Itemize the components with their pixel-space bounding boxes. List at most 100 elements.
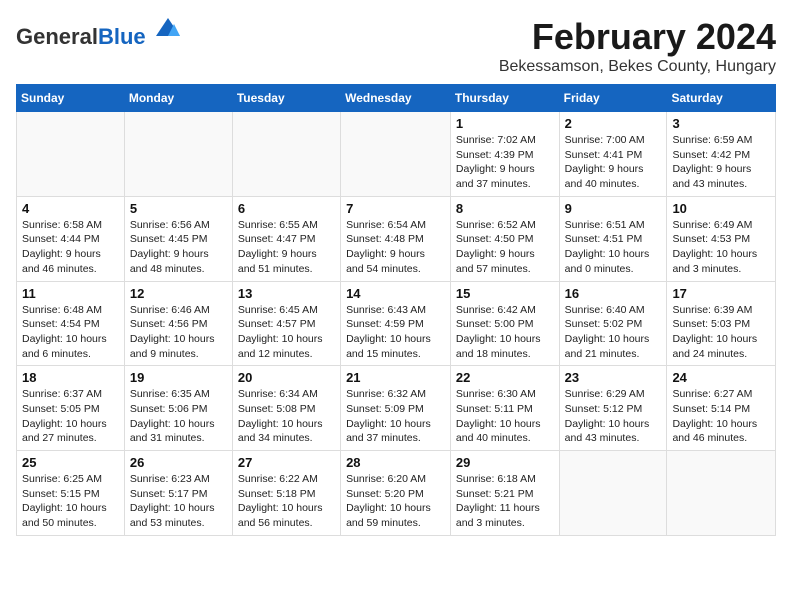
day-number: 1: [456, 116, 554, 131]
calendar-cell: 9 Sunrise: 6:51 AM Sunset: 4:51 PM Daylig…: [559, 196, 667, 281]
day-info: Sunrise: 6:56 AM Sunset: 4:45 PM Dayligh…: [130, 218, 227, 277]
day-info: Sunrise: 6:35 AM Sunset: 5:06 PM Dayligh…: [130, 387, 227, 446]
calendar-cell: 5 Sunrise: 6:56 AM Sunset: 4:45 PM Daylig…: [124, 196, 232, 281]
day-number: 19: [130, 370, 227, 385]
calendar-cell: 24 Sunrise: 6:27 AM Sunset: 5:14 PM Dayli…: [667, 366, 776, 451]
day-info: Sunrise: 6:22 AM Sunset: 5:18 PM Dayligh…: [238, 472, 335, 531]
calendar-cell: 6 Sunrise: 6:55 AM Sunset: 4:47 PM Daylig…: [232, 196, 340, 281]
calendar-cell: 21Sunrise: 6:32 AM Sunset: 5:09 PM Dayli…: [341, 366, 451, 451]
day-info: Sunrise: 6:40 AM Sunset: 5:02 PM Dayligh…: [565, 303, 662, 362]
calendar-cell: 11 Sunrise: 6:48 AM Sunset: 4:54 PM Dayli…: [17, 281, 125, 366]
calendar-header-row: SundayMondayTuesdayWednesdayThursdayFrid…: [17, 85, 776, 112]
day-number: 9: [565, 201, 662, 216]
day-info: Sunrise: 6:55 AM Sunset: 4:47 PM Dayligh…: [238, 218, 335, 277]
day-info: Sunrise: 6:42 AM Sunset: 5:00 PM Dayligh…: [456, 303, 554, 362]
day-number: 7: [346, 201, 445, 216]
day-number: 13: [238, 286, 335, 301]
day-number: 26: [130, 455, 227, 470]
calendar-cell: 8 Sunrise: 6:52 AM Sunset: 4:50 PM Daylig…: [450, 196, 559, 281]
day-number: 20: [238, 370, 335, 385]
calendar-cell: [559, 451, 667, 536]
calendar-cell: 29 Sunrise: 6:18 AM Sunset: 5:21 PM Dayli…: [450, 451, 559, 536]
logo-blue-text: Blue: [98, 24, 146, 49]
day-number: 12: [130, 286, 227, 301]
calendar-cell: [232, 112, 340, 197]
day-number: 24: [672, 370, 770, 385]
calendar-cell: 7Sunrise: 6:54 AM Sunset: 4:48 PM Daylig…: [341, 196, 451, 281]
day-number: 11: [22, 286, 119, 301]
day-info: Sunrise: 6:51 AM Sunset: 4:51 PM Dayligh…: [565, 218, 662, 277]
calendar-week-row: 11 Sunrise: 6:48 AM Sunset: 4:54 PM Dayli…: [17, 281, 776, 366]
day-number: 18: [22, 370, 119, 385]
day-number: 22: [456, 370, 554, 385]
day-number: 29: [456, 455, 554, 470]
day-info: Sunrise: 6:48 AM Sunset: 4:54 PM Dayligh…: [22, 303, 119, 362]
day-number: 10: [672, 201, 770, 216]
day-number: 17: [672, 286, 770, 301]
calendar-cell: 10 Sunrise: 6:49 AM Sunset: 4:53 PM Dayli…: [667, 196, 776, 281]
day-number: 8: [456, 201, 554, 216]
logo-icon: [154, 16, 182, 44]
day-info: Sunrise: 6:43 AM Sunset: 4:59 PM Dayligh…: [346, 303, 445, 362]
logo-general-text: General: [16, 24, 98, 49]
day-info: Sunrise: 6:25 AM Sunset: 5:15 PM Dayligh…: [22, 472, 119, 531]
day-info: Sunrise: 6:30 AM Sunset: 5:11 PM Dayligh…: [456, 387, 554, 446]
location-title: Bekessamson, Bekes County, Hungary: [499, 58, 776, 76]
day-info: Sunrise: 6:37 AM Sunset: 5:05 PM Dayligh…: [22, 387, 119, 446]
day-info: Sunrise: 6:45 AM Sunset: 4:57 PM Dayligh…: [238, 303, 335, 362]
calendar-cell: 14 Sunrise: 6:43 AM Sunset: 4:59 PM Dayli…: [341, 281, 451, 366]
month-title: February 2024: [499, 16, 776, 58]
column-header-sunday: Sunday: [17, 85, 125, 112]
day-info: Sunrise: 6:32 AM Sunset: 5:09 PM Dayligh…: [346, 387, 445, 446]
calendar-cell: 26 Sunrise: 6:23 AM Sunset: 5:17 PM Dayli…: [124, 451, 232, 536]
day-number: 23: [565, 370, 662, 385]
calendar-cell: 20Sunrise: 6:34 AM Sunset: 5:08 PM Dayli…: [232, 366, 340, 451]
day-number: 16: [565, 286, 662, 301]
calendar-cell: 3 Sunrise: 6:59 AM Sunset: 4:42 PM Daylig…: [667, 112, 776, 197]
calendar-week-row: 1Sunrise: 7:02 AM Sunset: 4:39 PM Daylig…: [17, 112, 776, 197]
calendar-cell: 1Sunrise: 7:02 AM Sunset: 4:39 PM Daylig…: [450, 112, 559, 197]
day-info: Sunrise: 6:39 AM Sunset: 5:03 PM Dayligh…: [672, 303, 770, 362]
day-info: Sunrise: 6:46 AM Sunset: 4:56 PM Dayligh…: [130, 303, 227, 362]
calendar-cell: [667, 451, 776, 536]
column-header-monday: Monday: [124, 85, 232, 112]
day-number: 5: [130, 201, 227, 216]
day-number: 4: [22, 201, 119, 216]
calendar-cell: 12 Sunrise: 6:46 AM Sunset: 4:56 PM Dayli…: [124, 281, 232, 366]
day-number: 3: [672, 116, 770, 131]
day-info: Sunrise: 6:18 AM Sunset: 5:21 PM Dayligh…: [456, 472, 554, 531]
day-info: Sunrise: 6:20 AM Sunset: 5:20 PM Dayligh…: [346, 472, 445, 531]
calendar-cell: 19 Sunrise: 6:35 AM Sunset: 5:06 PM Dayli…: [124, 366, 232, 451]
calendar-cell: 2Sunrise: 7:00 AM Sunset: 4:41 PM Daylig…: [559, 112, 667, 197]
calendar-cell: 4 Sunrise: 6:58 AM Sunset: 4:44 PM Daylig…: [17, 196, 125, 281]
calendar-cell: 15 Sunrise: 6:42 AM Sunset: 5:00 PM Dayli…: [450, 281, 559, 366]
calendar-cell: [17, 112, 125, 197]
column-header-saturday: Saturday: [667, 85, 776, 112]
calendar-cell: 22 Sunrise: 6:30 AM Sunset: 5:11 PM Dayli…: [450, 366, 559, 451]
calendar-cell: 16 Sunrise: 6:40 AM Sunset: 5:02 PM Dayli…: [559, 281, 667, 366]
day-info: Sunrise: 6:27 AM Sunset: 5:14 PM Dayligh…: [672, 387, 770, 446]
day-info: Sunrise: 6:52 AM Sunset: 4:50 PM Dayligh…: [456, 218, 554, 277]
day-info: Sunrise: 6:58 AM Sunset: 4:44 PM Dayligh…: [22, 218, 119, 277]
day-number: 14: [346, 286, 445, 301]
calendar-cell: 17 Sunrise: 6:39 AM Sunset: 5:03 PM Dayli…: [667, 281, 776, 366]
day-number: 6: [238, 201, 335, 216]
column-header-wednesday: Wednesday: [341, 85, 451, 112]
calendar-cell: [124, 112, 232, 197]
day-info: Sunrise: 6:59 AM Sunset: 4:42 PM Dayligh…: [672, 133, 770, 192]
calendar-cell: 23 Sunrise: 6:29 AM Sunset: 5:12 PM Dayli…: [559, 366, 667, 451]
calendar-cell: 27Sunrise: 6:22 AM Sunset: 5:18 PM Dayli…: [232, 451, 340, 536]
calendar-cell: 18 Sunrise: 6:37 AM Sunset: 5:05 PM Dayli…: [17, 366, 125, 451]
day-number: 15: [456, 286, 554, 301]
day-number: 28: [346, 455, 445, 470]
day-info: Sunrise: 6:49 AM Sunset: 4:53 PM Dayligh…: [672, 218, 770, 277]
day-number: 25: [22, 455, 119, 470]
calendar-week-row: 25 Sunrise: 6:25 AM Sunset: 5:15 PM Dayli…: [17, 451, 776, 536]
day-number: 2: [565, 116, 662, 131]
day-info: Sunrise: 6:23 AM Sunset: 5:17 PM Dayligh…: [130, 472, 227, 531]
day-info: Sunrise: 6:29 AM Sunset: 5:12 PM Dayligh…: [565, 387, 662, 446]
calendar-cell: 28 Sunrise: 6:20 AM Sunset: 5:20 PM Dayli…: [341, 451, 451, 536]
calendar-week-row: 18 Sunrise: 6:37 AM Sunset: 5:05 PM Dayli…: [17, 366, 776, 451]
calendar-cell: 25 Sunrise: 6:25 AM Sunset: 5:15 PM Dayli…: [17, 451, 125, 536]
title-section: February 2024 Bekessamson, Bekes County,…: [499, 16, 776, 76]
